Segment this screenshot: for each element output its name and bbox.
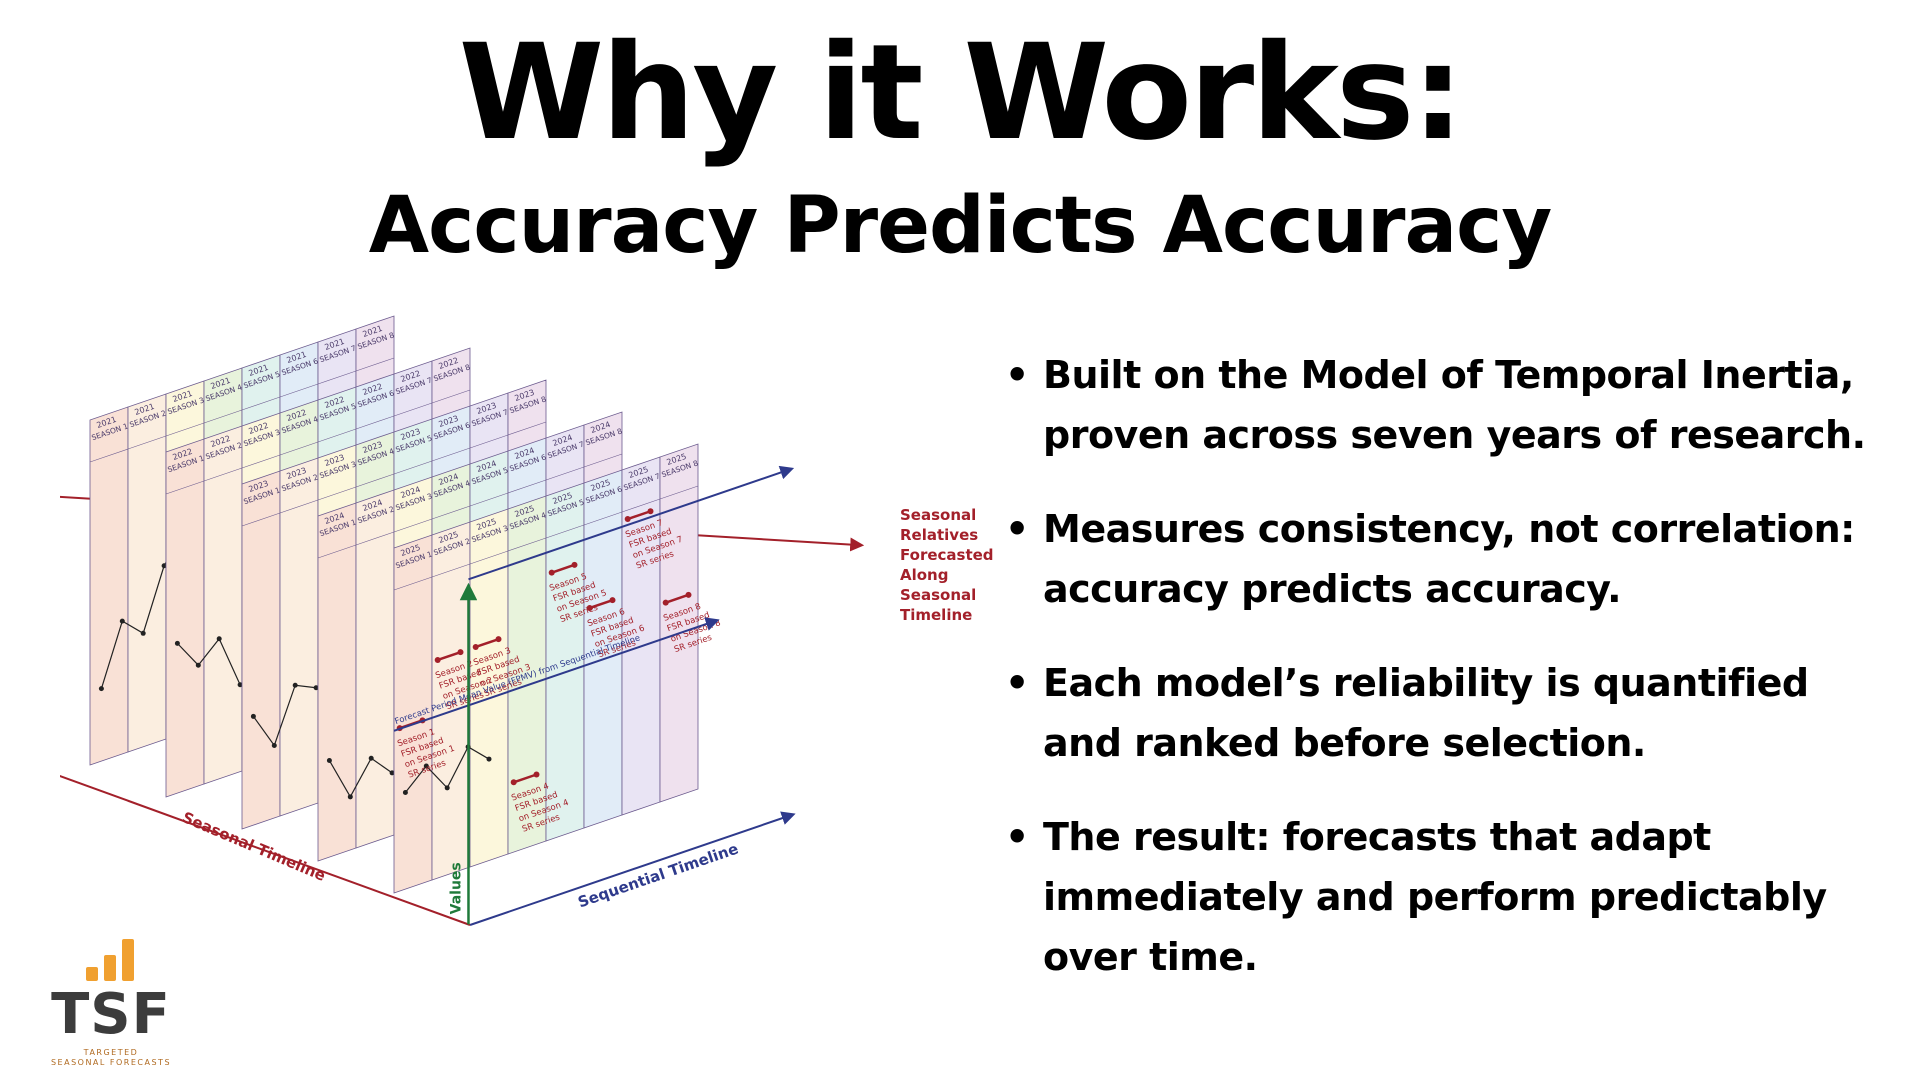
values-axis-label: Values xyxy=(448,862,464,914)
bullet-line: accuracy predicts accuracy. xyxy=(1043,567,1622,611)
seasonal-relatives-label: Seasonal Relatives Forecasted Along Seasonal… xyxy=(900,506,994,624)
season-cell xyxy=(241,470,281,830)
seasonal-relatives-word: Along xyxy=(900,566,948,584)
season-cell xyxy=(203,425,243,785)
bullet-line: proven across seven years of research. xyxy=(1043,413,1866,457)
page-subtitle: Accuracy Predicts Accuracy xyxy=(368,181,1552,271)
season-cell xyxy=(127,393,167,753)
season-cell xyxy=(165,438,205,798)
fsr-dot xyxy=(571,561,578,568)
fsr-dot xyxy=(609,597,616,604)
fsr-dot xyxy=(457,649,464,656)
seasonal-relatives-word: Seasonal xyxy=(900,586,976,604)
seasonal-relatives-word: Timeline xyxy=(900,606,972,624)
fsr-dot xyxy=(624,516,631,523)
tsf-logo: TSF TARGETED SEASONAL FORECASTS xyxy=(36,935,186,1070)
bullet-line: The result: forecasts that adapt xyxy=(1043,815,1711,859)
fsr-dot xyxy=(495,636,502,643)
logo-tagline-line: TARGETED xyxy=(83,1048,139,1057)
sequential-timeline-label: Sequential Timeline xyxy=(576,840,741,912)
data-point xyxy=(486,756,492,762)
data-point xyxy=(271,743,277,748)
data-point xyxy=(140,630,146,636)
data-point xyxy=(444,785,450,791)
page-title: Why it Works: xyxy=(458,16,1465,170)
fsr-dot xyxy=(647,508,654,515)
fsr-dot xyxy=(662,599,669,606)
data-point xyxy=(250,713,256,719)
fsr-dot xyxy=(472,643,479,650)
logo-tagline-line: SEASONAL FORECASTS xyxy=(50,1058,172,1067)
fsr-dot xyxy=(533,771,540,778)
fsr-dot xyxy=(586,604,593,611)
seasonal-relatives-word: Seasonal xyxy=(900,506,976,524)
season-cell xyxy=(317,502,357,862)
fsr-dot xyxy=(510,779,517,786)
logo-wordmark: TSF xyxy=(51,982,171,1047)
data-point xyxy=(98,686,104,692)
temporal-inertia-diagram: 2021 SEASON 1 2021 SEASON 2 2021 SEASON 3 2021… xyxy=(60,295,1000,975)
data-point xyxy=(326,758,332,763)
bullet-line: and ranked before selection. xyxy=(1043,721,1646,765)
data-point xyxy=(216,636,222,642)
data-point xyxy=(195,662,201,668)
data-point xyxy=(119,618,125,624)
data-point xyxy=(402,790,408,795)
bullet-list: Built on the Model of Temporal Inertia, … xyxy=(1005,345,1905,1021)
seasonal-relatives-word: Forecasted xyxy=(900,546,994,564)
bullet-item: Built on the Model of Temporal Inertia, … xyxy=(1005,345,1905,465)
bullet-item: The result: forecasts that adapt immedia… xyxy=(1005,807,1905,987)
diagram-canvas: 2021SEASON 12021SEASON 22021SEASON 32021… xyxy=(60,315,994,926)
data-point xyxy=(292,682,298,688)
season-cell xyxy=(279,457,319,817)
data-point xyxy=(174,640,180,646)
bullet-line: Measures consistency, not correlation: xyxy=(1043,507,1855,551)
data-point xyxy=(368,755,374,761)
bullet-line: Each model’s reliability is quantified xyxy=(1043,661,1809,705)
data-point xyxy=(347,794,353,800)
bullet-line: immediately and perform predictably xyxy=(1043,875,1827,919)
fsr-dot xyxy=(548,569,555,576)
seasonal-relatives-word: Relatives xyxy=(900,526,978,544)
bullet-item: Measures consistency, not correlation: a… xyxy=(1005,499,1905,619)
bar-chart-icon xyxy=(82,935,142,981)
bullet-line: Built on the Model of Temporal Inertia, xyxy=(1043,353,1854,397)
logo-tagline: TARGETED SEASONAL FORECASTS xyxy=(36,1048,186,1068)
season-cell xyxy=(89,406,129,766)
bullet-item: Each model’s reliability is quantified a… xyxy=(1005,653,1905,773)
fsr-dot xyxy=(685,591,692,598)
bullet-line: over time. xyxy=(1043,935,1258,979)
fsr-dot xyxy=(434,656,441,663)
season-cell xyxy=(355,489,395,849)
